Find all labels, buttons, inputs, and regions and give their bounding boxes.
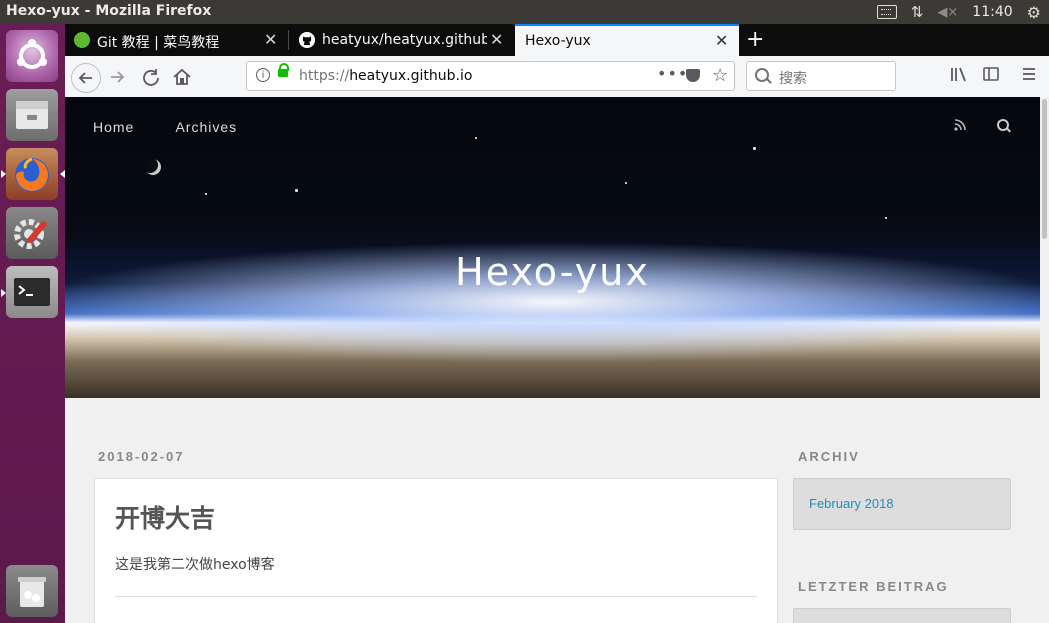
gear-icon[interactable]: ⚙	[1027, 3, 1041, 22]
github-favicon-icon	[299, 32, 315, 48]
star-dot	[295, 189, 298, 192]
close-icon[interactable]: ✕	[715, 31, 728, 50]
search-icon	[755, 68, 769, 82]
archive-link[interactable]: February 2018	[809, 496, 894, 511]
tab-label: Hexo-yux	[525, 33, 591, 49]
recent-post-widget	[793, 608, 1011, 623]
recent-post-widget-title: LETZTER BEITRAG	[798, 579, 949, 594]
post-title[interactable]: 开博大吉	[115, 499, 215, 535]
home-button[interactable]	[169, 64, 195, 90]
trash-icon[interactable]	[6, 565, 58, 617]
search-placeholder: 搜索	[779, 71, 807, 87]
navigation-toolbar: i https://heatyux.github.io ••• ☆ 搜索	[65, 56, 1049, 98]
scrollbar-thumb[interactable]	[1042, 99, 1047, 239]
post-card: 开博大吉 这是我第二次做hexo博客	[94, 478, 778, 623]
back-button[interactable]	[71, 63, 101, 93]
web-page: Home Archives Hexo-yux 2018-02-07 开博大吉 这…	[65, 97, 1049, 623]
tab-separator	[288, 30, 289, 50]
system-tray: ⇅ ◀× 11:40 ⚙	[876, 2, 1041, 22]
tab-git-tutorial[interactable]: Git 教程 | 菜鸟教程 ✕	[65, 24, 287, 56]
url-bar[interactable]: i https://heatyux.github.io ••• ☆	[246, 61, 735, 91]
volume-muted-icon[interactable]: ◀×	[937, 5, 958, 20]
site-nav: Home Archives	[93, 117, 273, 136]
star-dot	[205, 193, 207, 195]
system-top-bar: Hexo-yux - Mozilla Firefox ⇅ ◀× 11:40 ⚙	[0, 0, 1049, 24]
settings-icon[interactable]	[6, 207, 58, 259]
tab-label: heatyux/heatyux.github	[322, 32, 487, 48]
keyboard-icon[interactable]	[876, 5, 897, 19]
clock[interactable]: 11:40	[972, 4, 1012, 20]
network-icon[interactable]: ⇅	[911, 3, 924, 21]
files-icon[interactable]	[6, 89, 58, 141]
firefox-icon[interactable]	[6, 148, 58, 200]
bookmark-star-icon[interactable]: ☆	[712, 65, 728, 86]
info-icon[interactable]: i	[256, 68, 270, 82]
close-icon[interactable]: ✕	[264, 30, 277, 49]
pocket-icon[interactable]	[686, 69, 700, 82]
url-text[interactable]: https://heatyux.github.io	[299, 68, 472, 84]
site-search-icon[interactable]	[997, 119, 1009, 131]
tab-github[interactable]: heatyux/heatyux.github ✕	[290, 24, 512, 56]
search-input[interactable]: 搜索	[746, 61, 896, 91]
site-banner: Home Archives Hexo-yux	[65, 97, 1040, 398]
nav-archives-link[interactable]: Archives	[175, 119, 237, 135]
lock-icon[interactable]	[278, 63, 289, 77]
star-dot	[475, 137, 477, 139]
tab-bar: Git 教程 | 菜鸟教程 ✕ heatyux/heatyux.github ✕…	[65, 24, 1049, 56]
close-icon[interactable]: ✕	[490, 30, 503, 49]
url-scheme: https://	[299, 68, 350, 84]
post-divider	[115, 596, 757, 597]
window-title: Hexo-yux - Mozilla Firefox	[6, 3, 212, 19]
new-tab-button[interactable]: +	[746, 27, 764, 52]
sidebar-icon[interactable]	[983, 66, 999, 86]
page-actions-icon[interactable]: •••	[657, 64, 688, 83]
runoob-favicon-icon	[74, 32, 90, 48]
post-date[interactable]: 2018-02-07	[98, 449, 185, 464]
archive-widget: February 2018	[793, 478, 1011, 530]
tab-hexo-yux[interactable]: Hexo-yux ✕	[515, 24, 739, 56]
reload-button[interactable]	[138, 64, 164, 90]
ubuntu-dash-icon[interactable]	[6, 30, 58, 82]
nav-home-link[interactable]: Home	[93, 119, 134, 135]
terminal-icon[interactable]	[6, 266, 58, 318]
site-title[interactable]: Hexo-yux	[65, 250, 1040, 294]
star-dot	[885, 217, 887, 219]
archive-widget-title: ARCHIV	[798, 449, 860, 464]
tab-label: Git 教程 | 菜鸟教程	[97, 35, 220, 51]
moon-icon	[145, 159, 161, 175]
post-excerpt: 这是我第二次做hexo博客	[115, 557, 275, 573]
star-dot	[753, 147, 756, 150]
rss-icon[interactable]	[954, 119, 966, 135]
url-host: heatyux.github.io	[349, 68, 473, 84]
launcher	[0, 24, 65, 623]
star-dot	[625, 182, 627, 184]
forward-button[interactable]	[105, 64, 131, 90]
library-icon[interactable]	[950, 66, 968, 86]
menu-icon[interactable]	[1021, 66, 1037, 86]
